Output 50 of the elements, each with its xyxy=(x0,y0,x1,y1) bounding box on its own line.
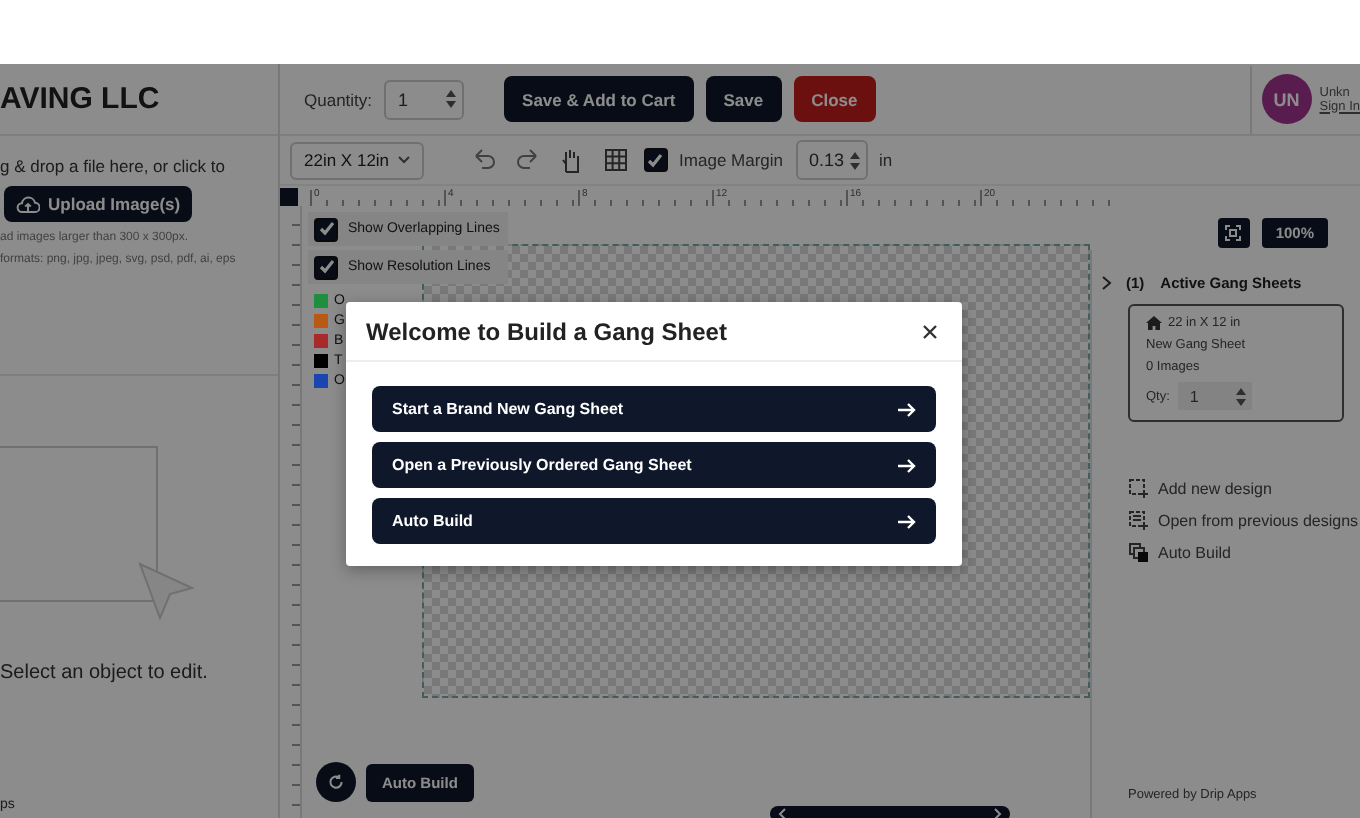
modal-option-button[interactable]: Auto Build xyxy=(372,498,936,544)
refresh-icon xyxy=(328,772,344,792)
modal-option-button[interactable]: Open a Previously Ordered Gang Sheet xyxy=(372,442,936,488)
quantity-label: Quantity: xyxy=(304,89,373,109)
expand-icon xyxy=(1224,224,1243,242)
image-margin-label: Image Margin xyxy=(679,150,784,170)
chevron-right-icon xyxy=(1102,276,1112,290)
modal-title: Welcome to Build a Gang Sheet xyxy=(366,317,727,345)
company-name: AVING LLC xyxy=(0,64,278,136)
stepper-icon[interactable] xyxy=(849,151,860,169)
panel-action[interactable]: Add new design xyxy=(1128,478,1360,500)
cloud-upload-icon xyxy=(16,195,40,213)
ruler-corner xyxy=(280,188,298,206)
refresh-button[interactable] xyxy=(316,762,356,802)
chevron-right-icon[interactable] xyxy=(994,808,1002,818)
checkbox[interactable] xyxy=(643,148,668,172)
arrow-right-icon xyxy=(898,513,916,529)
panel-action[interactable]: Open from previous designs xyxy=(1128,510,1360,532)
qty-field[interactable]: 1 xyxy=(1177,382,1252,410)
upload-button[interactable]: Upload Image(s) xyxy=(4,186,193,222)
horizontal-scrollbar[interactable] xyxy=(770,806,1010,818)
close-icon xyxy=(922,324,938,340)
list-frame-icon xyxy=(1128,510,1150,532)
size-dropdown[interactable]: 22in X 12in xyxy=(290,141,424,179)
stepper-icon[interactable] xyxy=(1235,387,1246,405)
action-button[interactable]: Save & Add to Cart xyxy=(504,76,694,122)
grid-icon xyxy=(601,146,630,174)
stacked-squares-icon xyxy=(1128,542,1150,564)
home-icon xyxy=(1146,316,1162,330)
empty-state-text: Select an object to edit. xyxy=(0,662,210,684)
arrow-right-icon xyxy=(898,401,916,417)
chevron-down-icon xyxy=(397,156,410,164)
quantity-field[interactable]: 1 xyxy=(384,79,465,119)
stepper-icon[interactable] xyxy=(446,90,457,108)
margin-field[interactable]: 0.13 xyxy=(795,140,868,180)
checkbox[interactable] xyxy=(314,217,338,241)
modal-option-button[interactable]: Start a Brand New Gang Sheet xyxy=(372,386,936,432)
action-button[interactable]: Save xyxy=(705,76,782,122)
close-button[interactable]: Close xyxy=(793,76,876,122)
unit-label: in xyxy=(879,150,893,170)
arrow-right-icon xyxy=(898,457,916,473)
chevron-left-icon[interactable] xyxy=(778,808,786,818)
fit-screen-button[interactable] xyxy=(1217,218,1250,248)
add-frame-icon xyxy=(1128,478,1150,500)
user-avatar: UN xyxy=(1261,74,1312,124)
panel-action[interactable]: Auto Build xyxy=(1128,542,1360,564)
redo-icon xyxy=(513,146,542,174)
undo-icon xyxy=(469,146,498,174)
upload-hint: g & drop a file here, or click to xyxy=(0,156,227,176)
checkbox[interactable] xyxy=(314,255,338,279)
